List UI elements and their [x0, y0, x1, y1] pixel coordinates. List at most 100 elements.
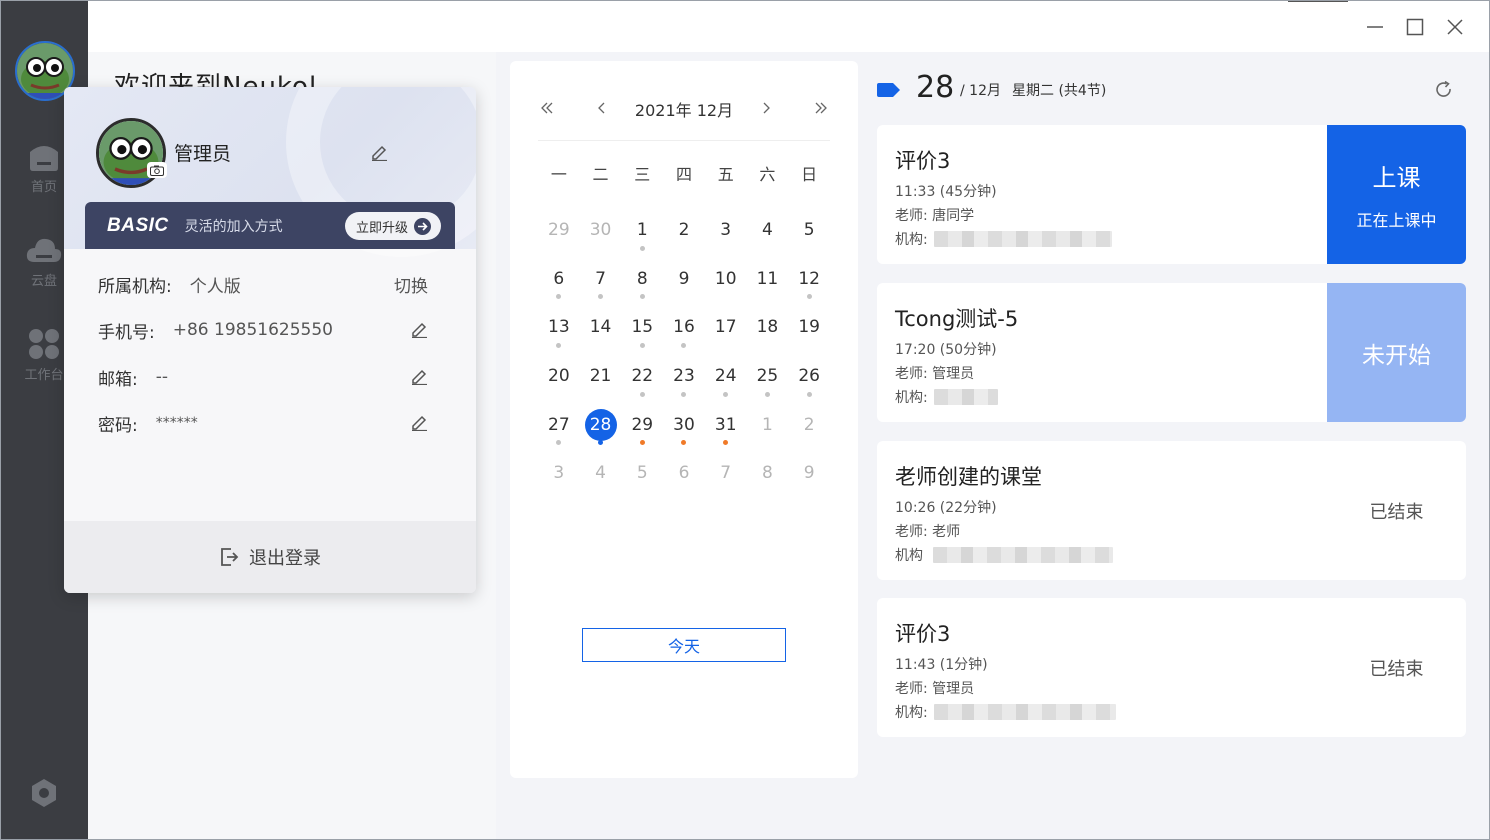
- join-class-button[interactable]: 上课 正在上课中: [1327, 125, 1466, 264]
- day-number: 17: [714, 317, 737, 338]
- next-month-button[interactable]: [756, 98, 776, 118]
- calendar-day[interactable]: 8: [621, 254, 663, 303]
- plan-description: 灵活的加入方式: [184, 218, 283, 235]
- grid-icon: [29, 329, 59, 359]
- calendar-day[interactable]: 9: [788, 449, 830, 498]
- calendar-day[interactable]: 4: [580, 449, 622, 498]
- edit-password-button[interactable]: [410, 413, 428, 436]
- calendar-day[interactable]: 25: [747, 352, 789, 401]
- lesson-indicator-dot: [556, 440, 562, 446]
- calendar-day[interactable]: 3: [705, 206, 747, 255]
- status-main: 已结束: [1369, 501, 1424, 523]
- calendar-day[interactable]: 6: [538, 254, 580, 303]
- calendar-day[interactable]: 24: [705, 352, 747, 401]
- selected-weekday: 星期二 (共4节): [1012, 83, 1107, 99]
- calendar-day[interactable]: 2: [788, 400, 830, 449]
- day-number: 13: [548, 317, 570, 338]
- calendar-title: 2021年 12月: [634, 101, 734, 120]
- lesson-indicator-dot: [639, 294, 645, 300]
- calendar-day[interactable]: 7: [580, 254, 622, 303]
- lesson-org-label: 机构:: [895, 705, 928, 721]
- calendar-day[interactable]: 10: [705, 254, 747, 303]
- lesson-card[interactable]: Tcong测试-5 17:20 (50分钟) 老师: 管理员 机构: 未开始: [877, 283, 1466, 422]
- day-number: 11: [756, 268, 779, 289]
- calendar-day[interactable]: 20: [538, 352, 580, 401]
- email-label: 邮箱:: [98, 369, 138, 390]
- calendar-day[interactable]: 30: [580, 206, 622, 255]
- upgrade-label: 立即升级: [355, 220, 408, 236]
- today-button[interactable]: 今天: [582, 628, 786, 662]
- switch-org-button[interactable]: 切换: [394, 272, 428, 297]
- calendar-day[interactable]: 26: [788, 352, 830, 401]
- calendar-day[interactable]: 17: [705, 303, 747, 352]
- calendar-day[interactable]: 3: [538, 449, 580, 498]
- edit-icon: [372, 145, 387, 162]
- edit-email-button[interactable]: [410, 367, 428, 390]
- weekday-header: 一: [550, 165, 567, 184]
- calendar-day[interactable]: 1: [621, 206, 663, 255]
- calendar-day[interactable]: 18: [747, 303, 789, 352]
- lesson-card[interactable]: 评价3 11:33 (45分钟) 老师: 唐同学 机构: 上课 正在上课中: [877, 125, 1466, 264]
- calendar-day[interactable]: 21: [580, 352, 622, 401]
- change-avatar-button[interactable]: [147, 162, 167, 178]
- calendar-day[interactable]: 19: [788, 303, 830, 352]
- calendar-day[interactable]: 5: [621, 449, 663, 498]
- calendar-day[interactable]: 14: [580, 303, 622, 352]
- calendar-day[interactable]: 23: [663, 352, 705, 401]
- calendar-day[interactable]: 31: [705, 400, 747, 449]
- upgrade-button[interactable]: 立即升级: [344, 212, 441, 240]
- close-button[interactable]: [1442, 14, 1468, 40]
- lesson-card[interactable]: 老师创建的课堂 10:26 (22分钟) 老师: 老师 机构 已结束: [877, 441, 1466, 580]
- password-label: 密码:: [98, 415, 138, 436]
- lesson-teacher: 老师: 唐同学: [895, 208, 975, 224]
- calendar-day[interactable]: 22: [621, 352, 663, 401]
- calendar-day[interactable]: 30: [663, 400, 705, 449]
- day-number: 10: [714, 268, 737, 289]
- settings-button[interactable]: [0, 777, 88, 809]
- calendar-day[interactable]: 15: [621, 303, 663, 352]
- close-icon: [1447, 19, 1463, 35]
- calendar-nav: 2021年 12月: [510, 61, 858, 141]
- calendar-day-selected[interactable]: 28: [580, 400, 622, 449]
- calendar-day[interactable]: 27: [538, 400, 580, 449]
- lesson-indicator-dot: [639, 343, 645, 349]
- lesson-indicator-dot: [639, 440, 645, 446]
- next-year-button[interactable]: [811, 98, 831, 118]
- calendar: 2021年 12月 一二三四五六日 29 30 1 2 3 4 5 6 7 8 9 10 11 12 13 14…: [510, 61, 858, 778]
- calendar-day[interactable]: 29: [538, 206, 580, 255]
- day-number: 1: [636, 220, 648, 241]
- org-row: 所属机构: 个人版 切换: [98, 269, 442, 299]
- calendar-day[interactable]: 5: [788, 206, 830, 255]
- refresh-button[interactable]: [1434, 80, 1454, 104]
- calendar-day[interactable]: 11: [747, 254, 789, 303]
- day-number: 5: [636, 463, 648, 484]
- day-number: 14: [589, 317, 612, 338]
- day-number: 1: [762, 414, 773, 435]
- calendar-day[interactable]: 1: [747, 400, 789, 449]
- lesson-card[interactable]: 评价3 11:43 (1分钟) 老师: 管理员 机构: 已结束: [877, 598, 1466, 737]
- status-badge: 已结束: [1327, 441, 1466, 580]
- org-value: 个人版: [189, 276, 241, 297]
- calendar-day[interactable]: 29: [621, 400, 663, 449]
- calendar-day[interactable]: 8: [747, 449, 789, 498]
- lesson-org: 机构:: [895, 229, 1112, 249]
- calendar-day[interactable]: 6: [663, 449, 705, 498]
- logout-button[interactable]: 退出登录: [64, 521, 476, 593]
- calendar-day[interactable]: 13: [538, 303, 580, 352]
- calendar-day[interactable]: 7: [705, 449, 747, 498]
- calendar-day[interactable]: 16: [663, 303, 705, 352]
- calendar-day[interactable]: 4: [747, 206, 789, 255]
- day-number: 8: [636, 268, 648, 289]
- calendar-day[interactable]: 12: [788, 254, 830, 303]
- lesson-indicator-dot: [723, 440, 729, 446]
- lesson-org: 机构:: [895, 702, 1116, 722]
- edit-phone-button[interactable]: [410, 320, 428, 343]
- sidebar-item-label: 首页: [30, 179, 57, 194]
- edit-username-button[interactable]: [370, 143, 388, 165]
- sidebar-item-label: 工作台: [24, 367, 64, 382]
- calendar-day[interactable]: 9: [663, 254, 705, 303]
- email-row: 邮箱: --: [98, 362, 442, 392]
- maximize-button[interactable]: [1402, 14, 1428, 40]
- calendar-day[interactable]: 2: [663, 206, 705, 255]
- minimize-button[interactable]: [1362, 14, 1388, 40]
